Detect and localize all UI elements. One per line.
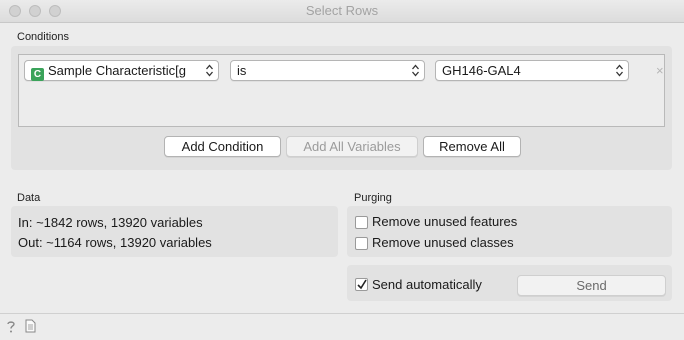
add-condition-button[interactable]: Add Condition: [164, 136, 281, 157]
chevron-updown-icon: [206, 64, 213, 77]
remove-unused-classes-label[interactable]: Remove unused classes: [372, 235, 514, 250]
report-icon[interactable]: [25, 319, 36, 333]
remove-unused-features-label[interactable]: Remove unused features: [372, 214, 517, 229]
status-bar: [0, 313, 684, 340]
condition-value-select[interactable]: GH146-GAL4: [435, 60, 629, 81]
conditions-label: Conditions: [17, 31, 69, 43]
categorical-variable-icon: C: [31, 68, 44, 81]
send-automatically-label[interactable]: Send automatically: [372, 277, 482, 292]
data-label: Data: [17, 192, 41, 204]
data-in-text: In: ~1842 rows, 13920 variables: [18, 215, 203, 230]
purging-label: Purging: [354, 192, 392, 204]
remove-condition-icon[interactable]: ×: [656, 63, 664, 78]
window-title: Select Rows: [305, 3, 379, 18]
add-all-variables-button[interactable]: Add All Variables: [286, 136, 418, 157]
remove-unused-features-checkbox[interactable]: [355, 216, 368, 229]
condition-operator-label: is: [237, 63, 247, 78]
condition-variable-select[interactable]: C Sample Characteristic[g: [24, 60, 219, 81]
condition-variable-label: Sample Characteristic[g: [48, 63, 186, 78]
send-automatically-checkbox[interactable]: [355, 278, 368, 291]
condition-value-label: GH146-GAL4: [442, 63, 521, 78]
remove-unused-classes-checkbox[interactable]: [355, 237, 368, 250]
data-out-text: Out: ~1164 rows, 13920 variables: [18, 235, 212, 250]
help-icon[interactable]: [6, 320, 16, 334]
send-button[interactable]: Send: [517, 275, 666, 296]
remove-all-button[interactable]: Remove All: [423, 136, 521, 157]
chevron-updown-icon: [616, 64, 623, 77]
checkmark-icon: [357, 279, 367, 290]
condition-operator-select[interactable]: is: [230, 60, 425, 81]
chevron-updown-icon: [412, 64, 419, 77]
title-bar: Select Rows: [0, 0, 684, 23]
